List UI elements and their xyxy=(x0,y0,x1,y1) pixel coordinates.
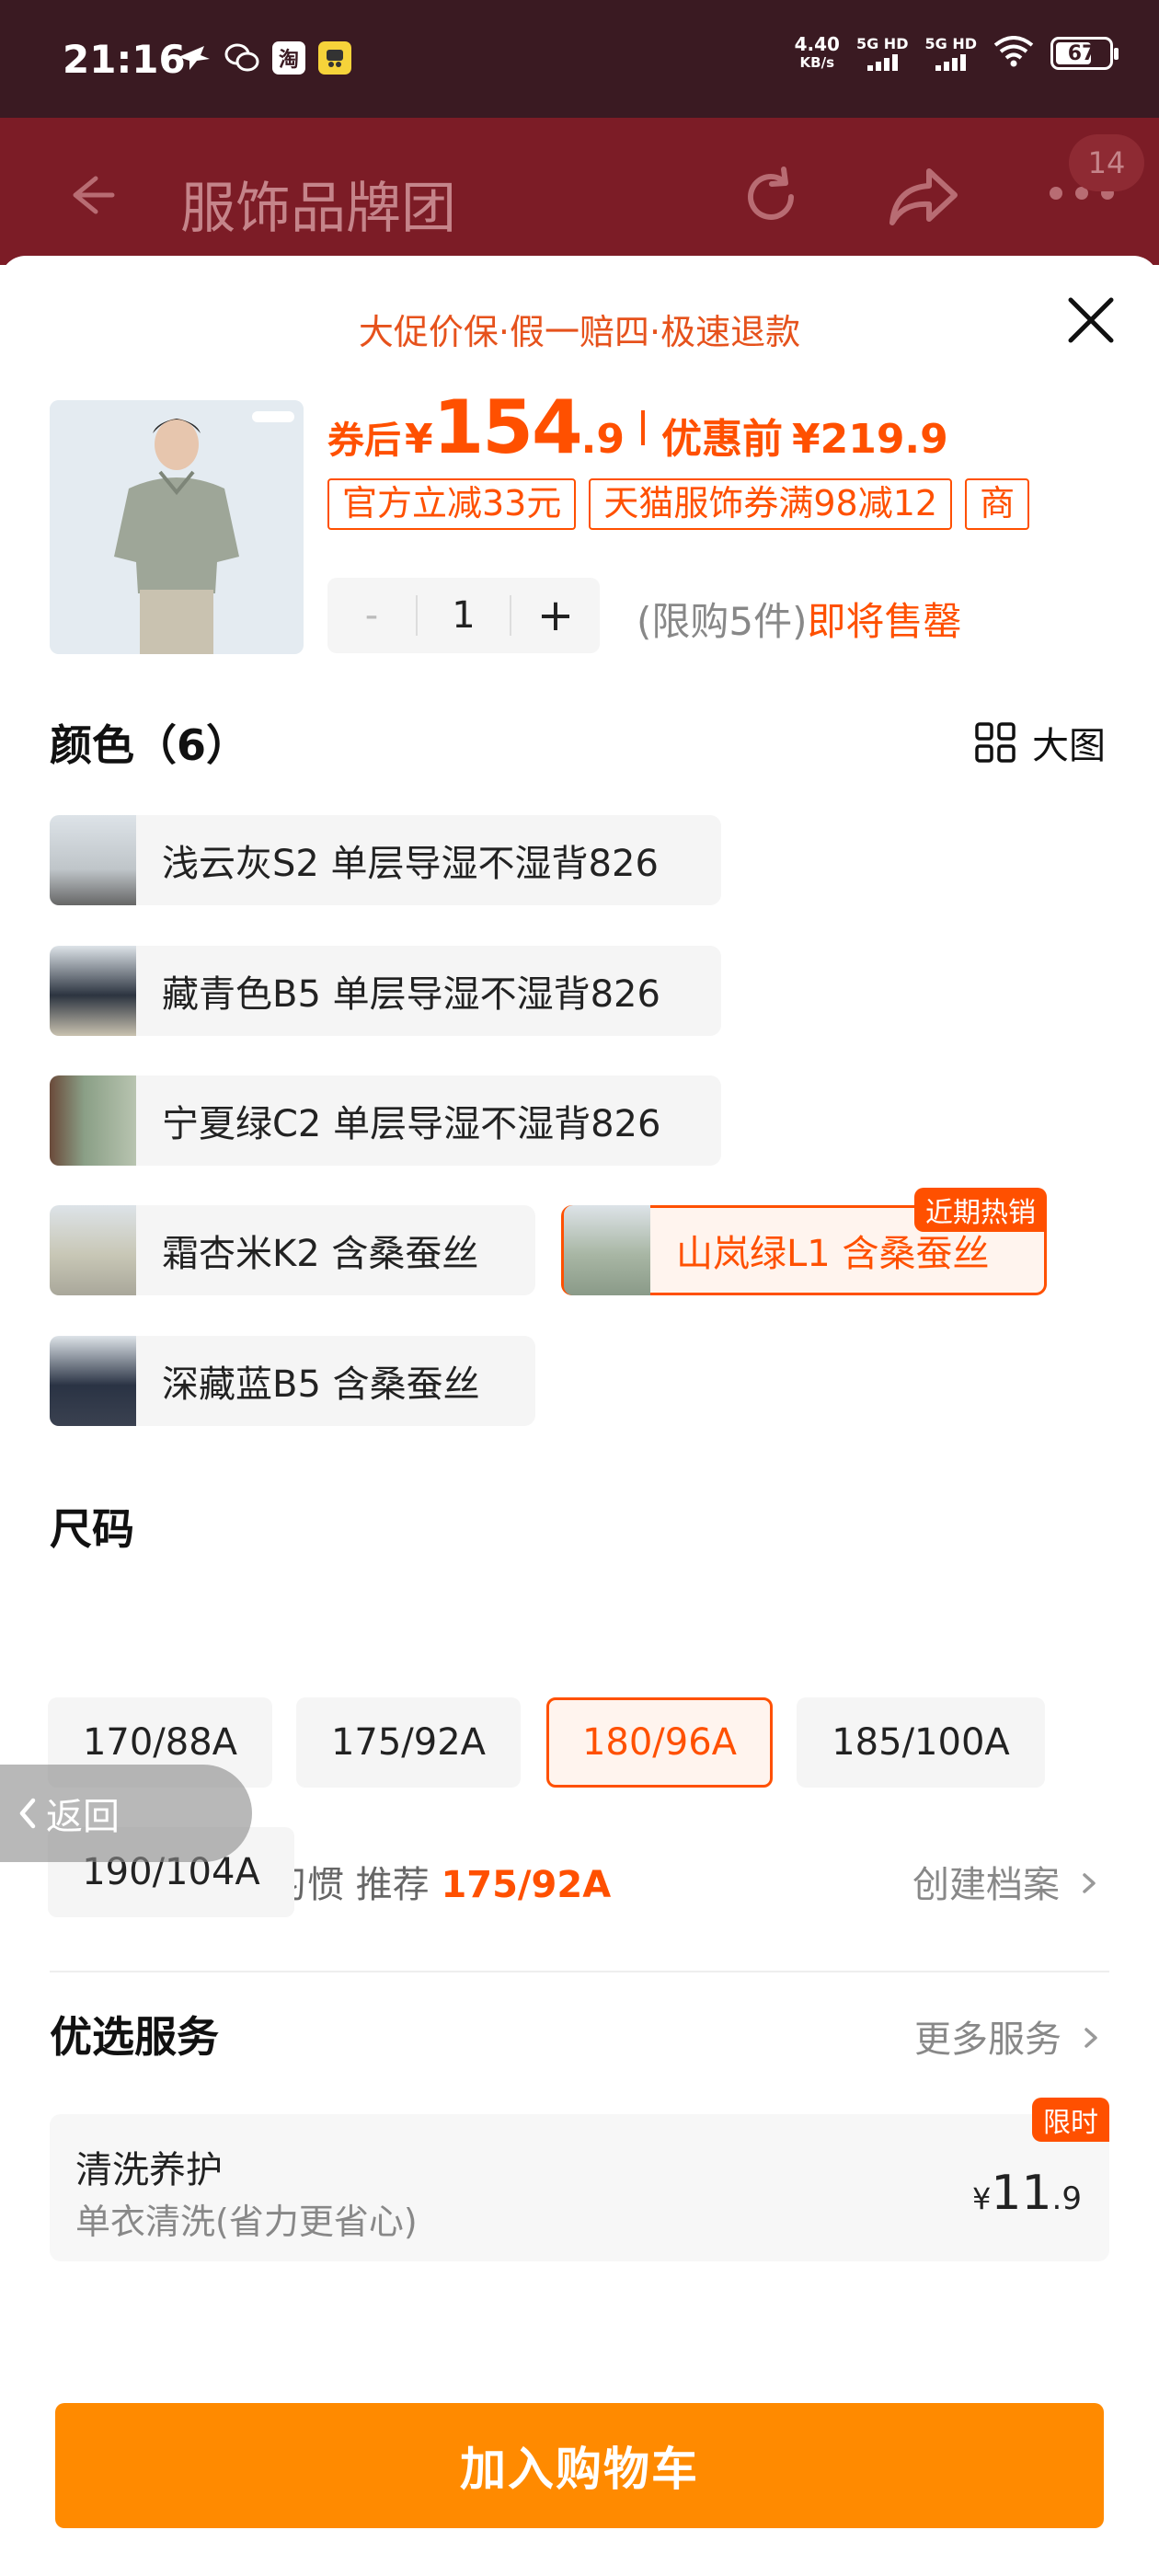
chevron-left-icon xyxy=(19,1798,36,1829)
page-title: 服饰品牌团 xyxy=(180,177,456,241)
service-price-integer: 11 xyxy=(991,2166,1052,2221)
chevron-right-icon xyxy=(1082,1873,1096,1893)
app-bar: 服饰品牌团 14 xyxy=(0,118,1159,265)
quantity-value[interactable]: 1 xyxy=(416,595,511,636)
color-option[interactable]: 霜杏米K2 含桑蚕丝 xyxy=(50,1205,535,1295)
quantity-stepper: - 1 + xyxy=(327,578,600,653)
battery-icon: 67 xyxy=(1050,37,1119,70)
notification-icons: 淘 xyxy=(177,40,351,75)
big-view-button[interactable]: 大图 xyxy=(975,716,1106,769)
status-bar: 21:16 淘 4.40 KB/s 5G HD 5G HD 67 xyxy=(0,0,1159,118)
signal-bars-icon xyxy=(935,53,967,71)
battery-level: 67 xyxy=(1067,41,1096,65)
wechat-icon xyxy=(224,40,259,75)
color-option[interactable]: 浅云灰S2 单层导湿不湿背826 xyxy=(50,815,721,905)
coupon-tag[interactable]: 官方立减33元 xyxy=(327,478,577,530)
size-option-selected[interactable]: 180/96A xyxy=(546,1697,773,1788)
refresh-icon[interactable] xyxy=(736,162,806,236)
price-integer: 154 xyxy=(432,385,583,470)
coupon-tag[interactable]: 商 xyxy=(965,478,1030,530)
signal-2: 5G HD xyxy=(924,34,977,71)
net-speed-value: 4.40 xyxy=(794,33,840,55)
color-option-label: 藏青色B5 单层导湿不湿背826 xyxy=(162,973,660,1016)
price-separator xyxy=(640,409,645,445)
promo-banner: 大促价保·假一赔四·极速退款 xyxy=(358,312,801,352)
recommended-size: 175/92A xyxy=(441,1864,612,1906)
color-thumbnail xyxy=(50,1205,136,1295)
net-speed-unit: KB/s xyxy=(799,54,835,71)
color-thumbnail xyxy=(564,1205,650,1295)
divider xyxy=(50,1971,1109,1972)
service-description: 单衣清洗(省力更省心) xyxy=(75,2202,418,2242)
color-option[interactable]: 藏青色B5 单层导湿不湿背826 xyxy=(50,946,721,1036)
net-speed: 4.40 KB/s xyxy=(795,35,840,72)
signal-1-label: 5G HD xyxy=(855,34,909,52)
grid-icon xyxy=(975,722,1016,763)
more-services-label: 更多服务 xyxy=(914,2018,1061,2061)
color-thumbnail xyxy=(50,1075,136,1166)
back-label: 返回 xyxy=(46,1796,120,1838)
status-right: 4.40 KB/s 5G HD 5G HD 67 xyxy=(795,34,1119,72)
size-section-title: 尺码 xyxy=(50,1504,134,1554)
signal-2-label: 5G HD xyxy=(924,34,977,52)
price-row: 券后 ¥ 154 .9 优惠前 ¥219.9 xyxy=(327,385,948,470)
product-image[interactable] xyxy=(50,400,304,654)
wifi-icon xyxy=(993,36,1034,71)
add-to-cart-button[interactable]: 加入购物车 xyxy=(55,2403,1104,2528)
color-option-label: 霜杏米K2 含桑蚕丝 xyxy=(162,1233,479,1275)
services-section-title: 优选服务 xyxy=(50,2012,219,2062)
size-option[interactable]: 175/92A xyxy=(296,1697,521,1788)
stock-status: 即将售罄 xyxy=(807,599,962,644)
close-icon[interactable] xyxy=(1065,294,1117,346)
limit-text: (限购5件) xyxy=(637,599,808,644)
share-icon[interactable] xyxy=(887,164,960,234)
color-section-title: 颜色（6） xyxy=(50,720,249,770)
yellow-app-icon xyxy=(318,41,351,75)
color-option-label: 深藏蓝B5 含桑蚕丝 xyxy=(162,1363,480,1406)
color-thumbnail xyxy=(50,946,136,1036)
service-price: ¥ 11 .9 xyxy=(972,2166,1082,2221)
decrease-button[interactable]: - xyxy=(327,594,416,637)
limited-time-badge: 限时 xyxy=(1032,2098,1109,2142)
color-option-label: 浅云灰S2 单层导湿不湿背826 xyxy=(162,843,659,885)
color-option[interactable]: 深藏蓝B5 含桑蚕丝 xyxy=(50,1336,535,1426)
service-name: 清洗养护 xyxy=(75,2149,223,2191)
signal-1: 5G HD xyxy=(855,34,909,71)
purchase-limit: (限购5件)即将售罄 xyxy=(637,591,962,647)
price-currency: ¥ xyxy=(405,416,433,463)
color-option[interactable]: 宁夏绿C2 单层导湿不湿背826 xyxy=(50,1075,721,1166)
more-services-link[interactable]: 更多服务 xyxy=(914,2009,1101,2063)
floating-back-button[interactable]: 返回 xyxy=(0,1765,252,1862)
big-view-label: 大图 xyxy=(1032,725,1106,767)
message-badge: 14 xyxy=(1069,134,1144,191)
service-price-currency: ¥ xyxy=(972,2181,992,2216)
hot-sale-badge: 近期热销 xyxy=(914,1188,1047,1232)
back-arrow-icon[interactable] xyxy=(63,167,118,230)
color-option-selected[interactable]: 山岚绿L1 含桑蚕丝 近期热销 xyxy=(561,1188,1047,1295)
create-profile-link[interactable]: 创建档案 xyxy=(912,1855,1099,1908)
sku-bottom-sheet: 大促价保·假一赔四·极速退款 券后 ¥ 154 .9 优惠前 ¥219.9 官方… xyxy=(0,256,1159,2576)
color-thumbnail xyxy=(50,815,136,905)
coupon-list: 官方立减33元 天猫服饰券满98减12 商 xyxy=(327,478,1073,534)
original-price-label: 优惠前 xyxy=(660,416,783,463)
taobao-icon: 淘 xyxy=(272,41,305,75)
bird-icon xyxy=(177,40,212,75)
service-card[interactable]: 限时 清洗养护 单衣清洗(省力更省心) ¥ 11 .9 xyxy=(50,2098,1109,2261)
chevron-right-icon xyxy=(1084,2028,1097,2048)
coupon-tag[interactable]: 天猫服饰券满98减12 xyxy=(589,478,953,530)
increase-button[interactable]: + xyxy=(511,590,600,641)
signal-bars-icon xyxy=(866,53,898,71)
create-profile-label: 创建档案 xyxy=(912,1864,1060,1906)
coupon-price-prefix: 券后 xyxy=(327,420,401,462)
service-price-decimal: .9 xyxy=(1051,2180,1082,2217)
original-price: ¥219.9 xyxy=(791,416,948,463)
color-option-label: 宁夏绿C2 单层导湿不湿背826 xyxy=(162,1103,661,1145)
status-time: 21:16 xyxy=(63,37,186,82)
color-thumbnail xyxy=(50,1336,136,1426)
size-option[interactable]: 185/100A xyxy=(797,1697,1045,1788)
price-decimal: .9 xyxy=(580,416,625,463)
